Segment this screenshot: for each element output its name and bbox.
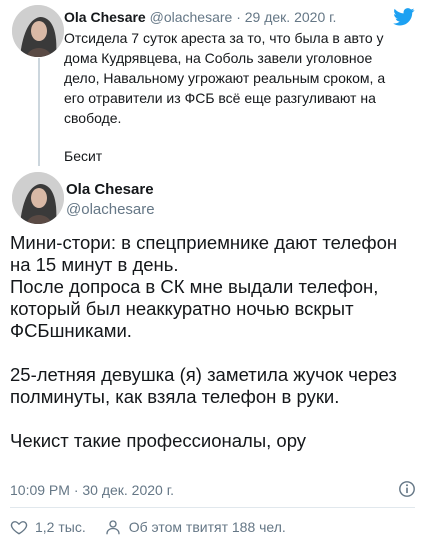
tweet-line: Чекист такие профессионалы, ору <box>10 430 307 451</box>
author-handle[interactable]: @olachesare <box>66 201 155 219</box>
like-button[interactable]: 1,2 тыс. <box>10 518 86 536</box>
tweet-line: Мини-стори: в спецприемнике дают телефон <box>10 232 398 253</box>
author-name[interactable]: Ola Chesare <box>64 9 146 25</box>
avatar[interactable] <box>12 172 64 224</box>
tweet-line: После допроса в СК мне выдали телефон, <box>10 276 379 297</box>
like-count: 1,2 тыс. <box>35 519 86 535</box>
heart-icon <box>10 521 28 535</box>
thread-connector-line <box>38 58 40 166</box>
person-icon <box>106 520 120 535</box>
tweet-timestamp[interactable]: 10:09 PM · 30 дек. 2020 г. <box>10 482 174 498</box>
twitter-bird-icon[interactable] <box>393 8 415 26</box>
tweet-date[interactable]: 29 дек. 2020 г. <box>245 9 337 25</box>
info-icon[interactable] <box>398 480 416 498</box>
reply-tweet-text: Отсидела 7 суток ареста за то, что была … <box>64 28 409 166</box>
main-tweet-text: Мини-стори: в спецприемнике дают телефон… <box>10 232 415 452</box>
main-tweet-author[interactable]: Ola Chesare @olachesare <box>66 181 155 219</box>
tweet-line: ФСБшниками. <box>10 320 132 341</box>
tweet-line: полминуты, как взяла телефон в руки. <box>10 386 340 407</box>
reply-paragraph: Отсидела 7 суток ареста за то, что была … <box>64 30 386 126</box>
tweet-line: который был неаккуратно ночью вскрыт <box>10 298 354 319</box>
discussion-link[interactable]: Об этом твитят 188 чел. <box>104 518 286 536</box>
avatar-image <box>12 172 64 224</box>
divider <box>10 507 415 508</box>
separator-dot: · <box>236 9 241 25</box>
tweet-line: 25-летняя девушка (я) заметила жучок чер… <box>10 364 397 385</box>
author-name[interactable]: Ola Chesare <box>66 181 155 199</box>
reply-paragraph: Бесит <box>64 148 103 164</box>
reply-tweet[interactable]: Ola Chesare @olachesare · 29 дек. 2020 г… <box>64 8 409 166</box>
tweet-line: на 15 минут в день. <box>10 254 179 275</box>
avatar-image <box>12 5 64 57</box>
avatar[interactable] <box>12 5 64 57</box>
author-handle[interactable]: @olachesare <box>150 9 233 25</box>
tweet-actions: 1,2 тыс. Об этом твитят 188 чел. <box>10 516 286 538</box>
discussion-count: Об этом твитят 188 чел. <box>128 519 286 535</box>
reply-tweet-header: Ola Chesare @olachesare · 29 дек. 2020 г… <box>64 8 409 26</box>
